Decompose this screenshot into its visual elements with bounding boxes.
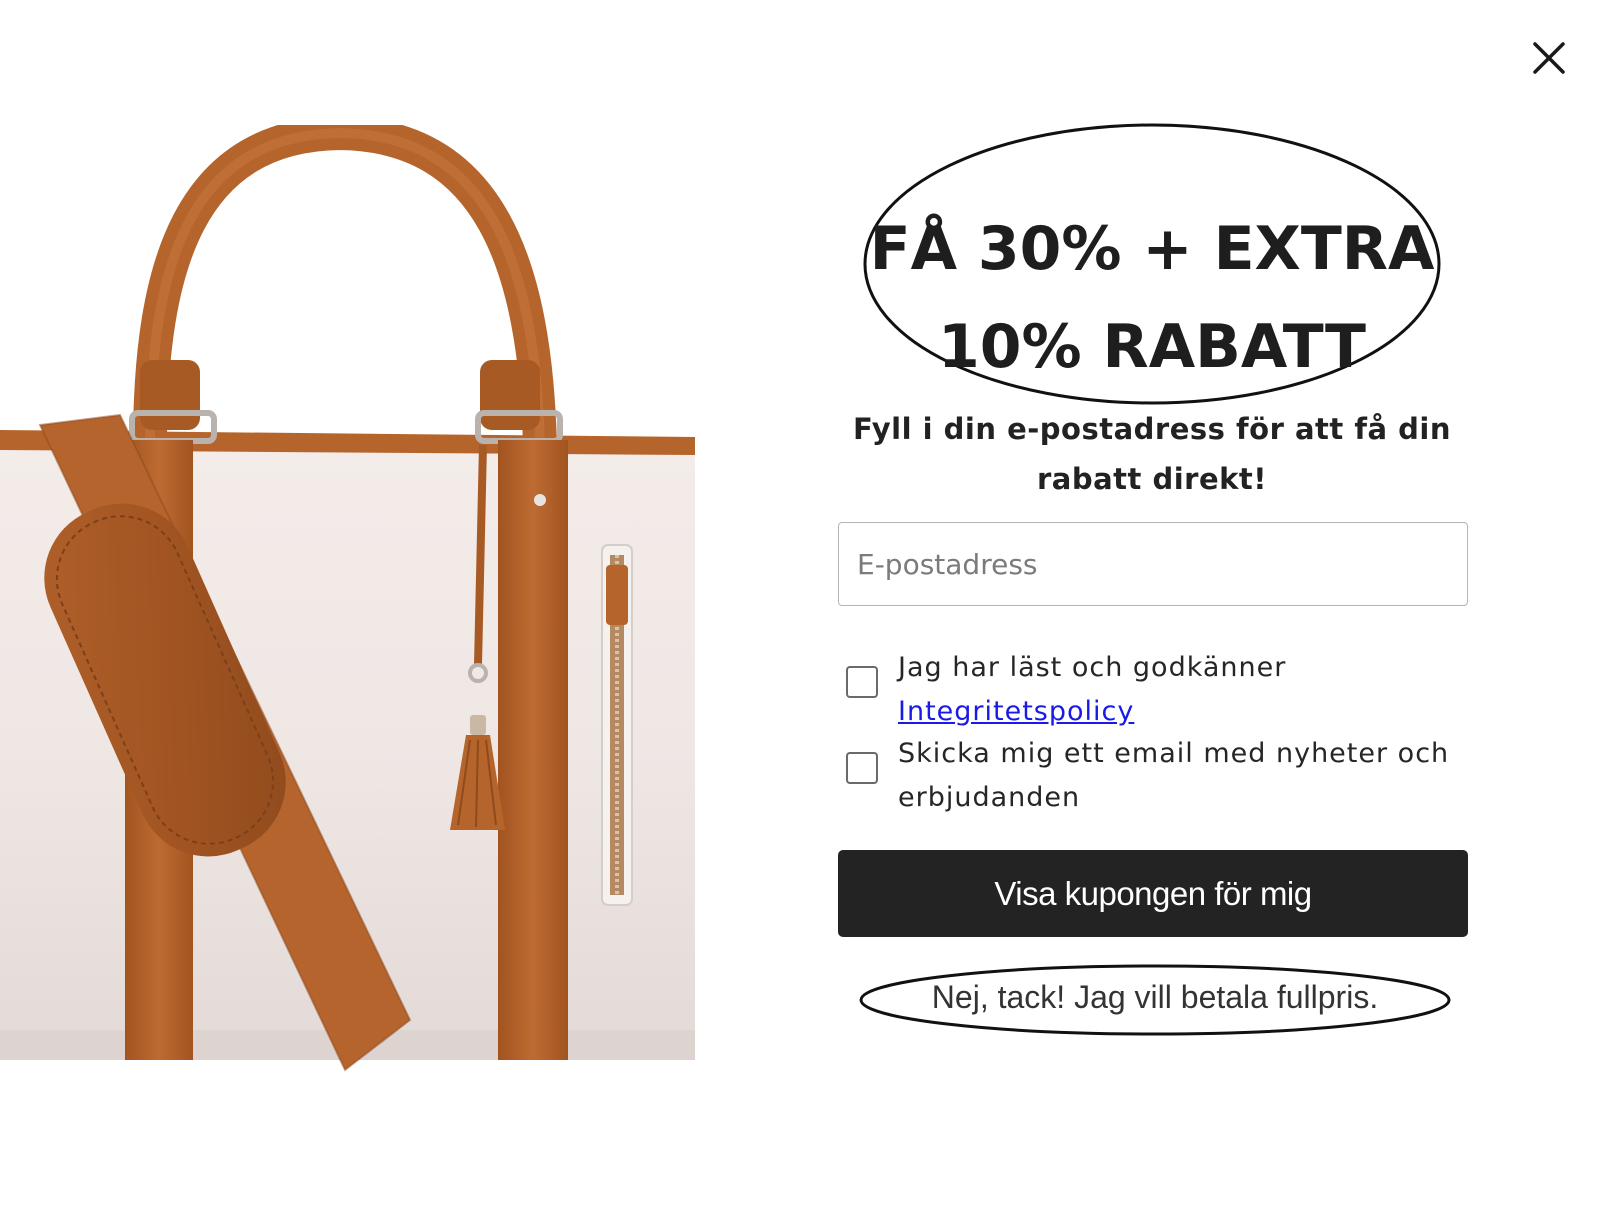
privacy-consent-label: Jag har läst och godkänner Integritetspo… bbox=[898, 646, 1458, 734]
headline-line-2: 10% RABATT bbox=[938, 312, 1366, 382]
subtitle-line-1: Fyll i din e-postadress för att få din bbox=[853, 412, 1451, 446]
newsletter-consent-checkbox[interactable] bbox=[846, 752, 878, 784]
subtitle-line-2: rabatt direkt! bbox=[1036, 462, 1268, 496]
headline-block: FÅ 30% + EXTRA 10% RABATT bbox=[862, 122, 1442, 406]
email-input[interactable] bbox=[838, 522, 1468, 606]
subtitle: Fyll i din e-postadress för att få din r… bbox=[842, 404, 1462, 504]
newsletter-consent-text-line-2: erbjudanden bbox=[898, 782, 1081, 813]
privacy-consent-text: Jag har läst och godkänner bbox=[898, 652, 1287, 683]
privacy-policy-link[interactable]: Integritetspolicy bbox=[898, 696, 1134, 727]
discount-popup: FÅ 30% + EXTRA 10% RABATT Fyll i din e-p… bbox=[0, 0, 1600, 1219]
close-button[interactable] bbox=[1527, 36, 1571, 80]
decline-block: Nej, tack! Jag vill betala fullpris. bbox=[858, 963, 1452, 1037]
decline-link[interactable]: Nej, tack! Jag vill betala fullpris. bbox=[858, 979, 1452, 1016]
headline-line-1: FÅ 30% + EXTRA bbox=[869, 214, 1435, 284]
duffel-bag-product-image bbox=[0, 125, 695, 1072]
headline: FÅ 30% + EXTRA 10% RABATT bbox=[862, 200, 1442, 396]
newsletter-consent-label: Skicka mig ett email med nyheter och erb… bbox=[898, 732, 1458, 820]
privacy-consent-checkbox[interactable] bbox=[846, 666, 878, 698]
newsletter-consent-text-line-1: Skicka mig ett email med nyheter och bbox=[898, 738, 1450, 769]
show-coupon-button[interactable]: Visa kupongen för mig bbox=[838, 850, 1468, 937]
close-icon bbox=[1533, 42, 1565, 74]
